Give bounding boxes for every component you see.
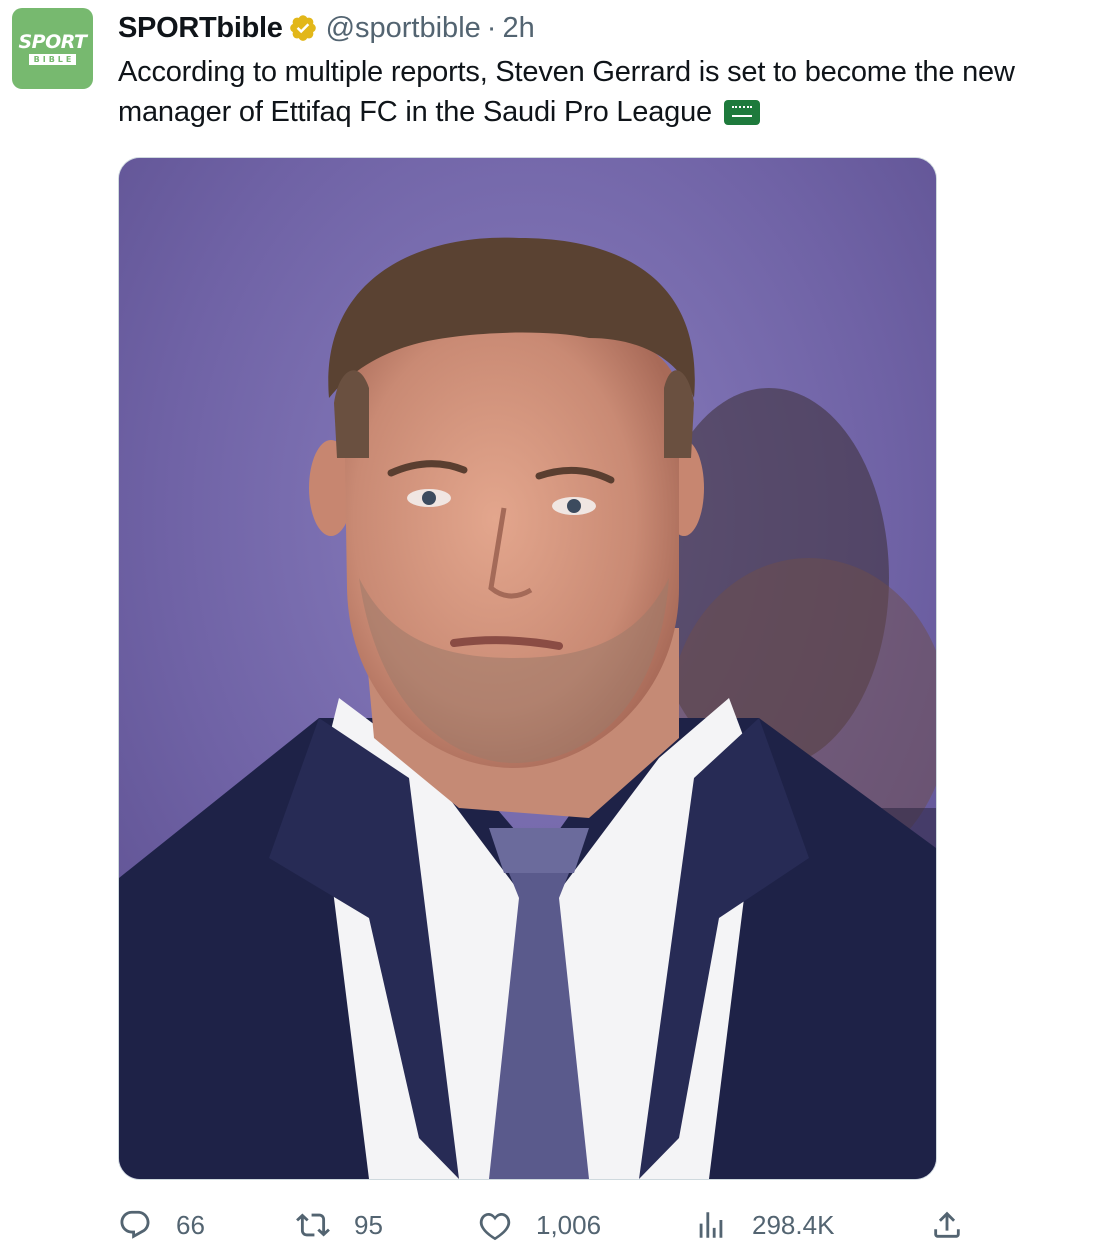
avatar-logo-subtext: BIBLE	[28, 54, 77, 65]
retweet-count: 95	[354, 1209, 383, 1240]
reply-button[interactable]: 66	[118, 1198, 205, 1252]
display-name[interactable]: SPORTbible	[118, 12, 283, 45]
separator-dot: ·	[486, 11, 497, 44]
action-bar: 66 95 1,006 298.4K	[118, 1198, 978, 1252]
like-button[interactable]: 1,006	[478, 1198, 601, 1252]
avatar[interactable]: SPORT BIBLE	[12, 8, 93, 89]
share-button[interactable]	[930, 1198, 964, 1252]
retweet-icon	[296, 1213, 330, 1237]
retweet-button[interactable]: 95	[296, 1198, 383, 1252]
saudi-arabia-flag-icon	[723, 100, 760, 125]
tweet-text: According to multiple reports, Steven Ge…	[118, 52, 1108, 132]
reply-icon	[120, 1210, 150, 1239]
views-button[interactable]: 298.4K	[694, 1198, 834, 1252]
views-icon	[699, 1212, 723, 1238]
like-count: 1,006	[536, 1209, 602, 1240]
avatar-logo-text: SPORT	[18, 31, 88, 53]
verified-badge-icon[interactable]	[288, 13, 318, 43]
tweet-body: According to multiple reports, Steven Ge…	[118, 56, 1015, 128]
tweet[interactable]: SPORT BIBLE SPORTbible @sportbible · 2h …	[0, 0, 1111, 1256]
heart-icon	[479, 1212, 511, 1241]
share-icon	[934, 1211, 960, 1238]
tweet-header: SPORTbible @sportbible · 2h	[118, 8, 535, 48]
views-count: 298.4K	[752, 1209, 835, 1240]
timestamp[interactable]: 2h	[502, 12, 534, 45]
reply-count: 66	[176, 1209, 205, 1240]
tweet-photo[interactable]	[118, 157, 937, 1180]
handle[interactable]: @sportbible	[326, 12, 481, 45]
photo-illustration	[119, 158, 936, 1179]
